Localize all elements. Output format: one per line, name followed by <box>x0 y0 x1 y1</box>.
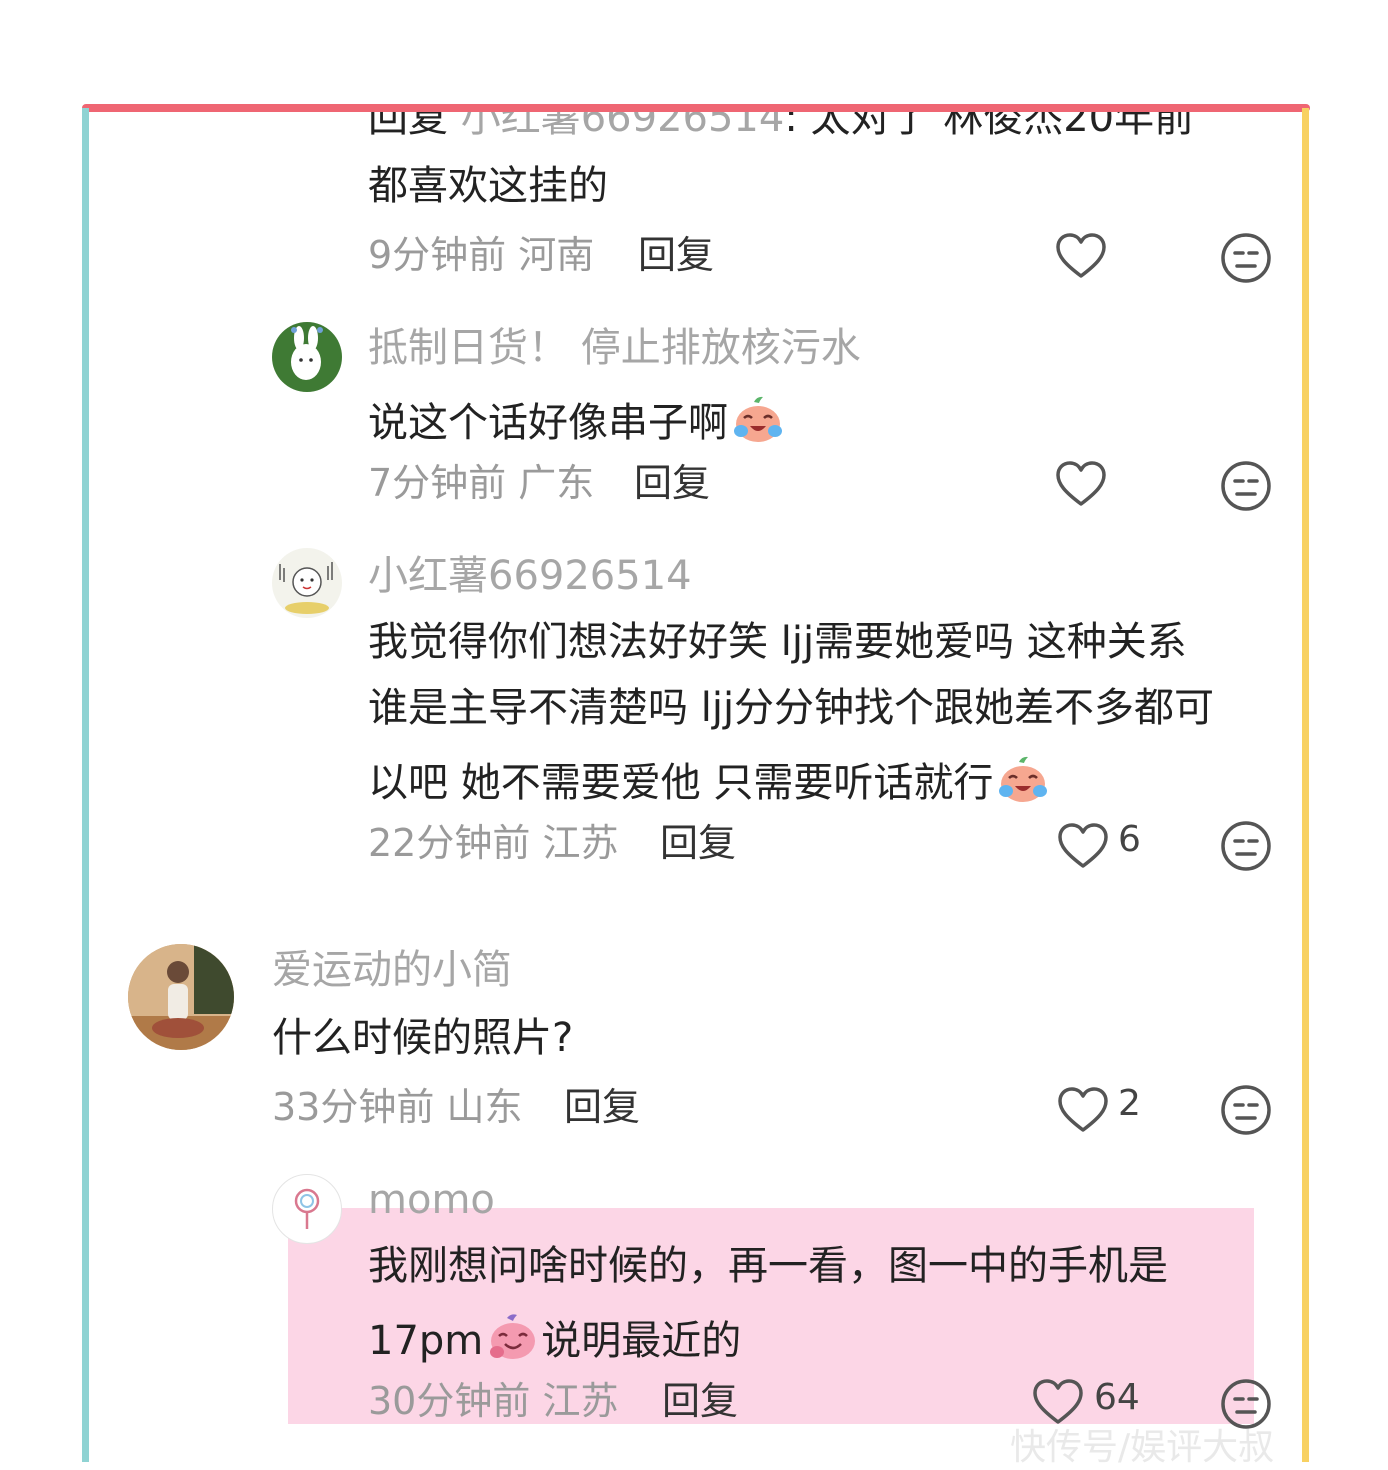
comment-text-line-2: 谁是主导不清楚吗 ljj分分钟找个跟她差不多都可 <box>368 685 1215 731</box>
frame-right-border <box>1302 108 1309 1462</box>
comment-meta: 22分钟前 江苏 <box>368 824 618 862</box>
comment-text: 说这个话好像串子啊 <box>368 394 786 444</box>
crying-laughing-emoji <box>490 1314 536 1359</box>
comment-username[interactable]: 爱运动的小简 <box>272 950 512 990</box>
comment-location: 江苏 <box>542 821 619 865</box>
lollipop-avatar-icon <box>294 1188 320 1229</box>
avatar[interactable] <box>272 1174 342 1244</box>
comment-text-line-1: 我刚想问啥时候的，再一看，图一中的手机是 <box>368 1243 1168 1289</box>
neutral-face-icon[interactable] <box>1220 820 1272 872</box>
heart-outline-icon[interactable] <box>1055 232 1107 280</box>
comment-text-line-1: 我觉得你们想法好好笑 ljj需要她爱吗 这种关系 <box>368 619 1187 665</box>
avatar[interactable] <box>272 322 342 392</box>
comment-time: 22分钟前 <box>368 821 531 865</box>
comment-text-content: 说明最近的 <box>541 1318 742 1364</box>
frame-left-border <box>82 108 89 1462</box>
comment-location: 广东 <box>518 461 595 505</box>
comment-location: 山东 <box>446 1085 523 1129</box>
like-count: 64 <box>1094 1377 1140 1418</box>
comment-text-content: 以吧 她不需要爱他 只需要听话就行 <box>368 760 994 806</box>
comment-text: 什么时候的照片? <box>272 1015 574 1061</box>
heart-outline-icon[interactable] <box>1055 460 1107 508</box>
comment-location: 江苏 <box>542 1379 619 1423</box>
top-comment-meta: 9分钟前 河南 <box>368 236 594 274</box>
reply-button[interactable]: 回复 <box>564 1088 640 1126</box>
crying-laughing-emoji <box>734 396 782 442</box>
heart-outline-icon[interactable] <box>1057 822 1109 870</box>
comment-time: 33分钟前 <box>272 1085 435 1129</box>
photo-avatar-icon <box>128 944 234 1050</box>
reply-button[interactable]: 回复 <box>660 824 736 862</box>
bunny-avatar-icon <box>291 326 323 380</box>
comment-meta: 33分钟前 山东 <box>272 1088 522 1126</box>
comment-text-content: 17pm <box>368 1318 484 1364</box>
reply-button[interactable]: 回复 <box>638 236 714 274</box>
frame-top-border <box>82 104 1310 112</box>
comment-username[interactable]: 抵制日货！ 停止排放核污水 <box>368 328 861 368</box>
like-count: 6 <box>1118 819 1141 860</box>
avatar[interactable] <box>128 944 234 1050</box>
comment-text-line-2: 17pm 说明最近的 <box>368 1312 741 1362</box>
comment-location: 河南 <box>518 233 595 277</box>
watermark: 快传号/娱评大叔 <box>1010 1427 1275 1468</box>
neutral-face-icon[interactable] <box>1220 232 1272 284</box>
neutral-face-icon[interactable] <box>1220 1084 1272 1136</box>
comment-time: 7分钟前 <box>368 461 507 505</box>
comment-username[interactable]: 小红薯66926514 <box>368 556 692 596</box>
like-count: 2 <box>1118 1083 1141 1124</box>
avatar[interactable] <box>272 548 342 618</box>
comment-text-content: 说这个话好像串子啊 <box>368 400 728 446</box>
comment-text-line-3: 以吧 她不需要爱他 只需要听话就行 <box>368 754 1051 804</box>
cat-sticker-avatar-icon <box>279 562 333 614</box>
comment-time: 30分钟前 <box>368 1379 531 1423</box>
top-comment-text-2: 都喜欢这挂的 <box>368 163 608 209</box>
comment-meta: 30分钟前 江苏 <box>368 1382 618 1420</box>
comment-username[interactable]: momo <box>368 1180 495 1220</box>
neutral-face-icon[interactable] <box>1220 460 1272 512</box>
comment-meta: 7分钟前 广东 <box>368 464 594 502</box>
crying-laughing-emoji <box>999 756 1048 802</box>
reply-button[interactable]: 回复 <box>634 464 710 502</box>
reply-button[interactable]: 回复 <box>662 1382 738 1420</box>
comment-time: 9分钟前 <box>368 233 507 277</box>
heart-outline-icon[interactable] <box>1057 1086 1109 1134</box>
